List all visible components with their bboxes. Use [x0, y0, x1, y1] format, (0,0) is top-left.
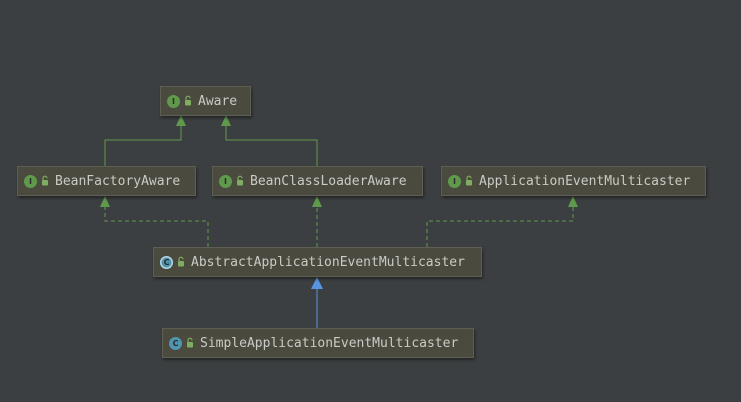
node-applicationeventmulticaster-label: ApplicationEventMulticaster	[479, 173, 691, 189]
node-beanclassloaderaware-label: BeanClassLoaderAware	[250, 173, 407, 189]
abstract-class-icon: C	[160, 255, 173, 269]
node-aware-label: Aware	[198, 93, 238, 109]
arrowhead-aware-right	[221, 115, 231, 126]
node-aware[interactable]: I Aware	[160, 86, 251, 116]
public-visibility-icon	[187, 337, 193, 348]
arrowhead-beanclassloaderaware	[312, 196, 322, 207]
node-abstractapplicationeventmulticaster[interactable]: C AbstractApplicationEventMulticaster	[153, 247, 482, 277]
edge-beanfactoryaware-extends-aware	[104, 126, 182, 166]
node-beanfactoryaware[interactable]: I BeanFactoryAware	[17, 166, 196, 196]
interface-icon: I	[219, 174, 232, 188]
class-icon: C	[169, 336, 182, 350]
node-simpleapplicationeventmulticaster-label: SimpleApplicationEventMulticaster	[200, 335, 459, 351]
edge-abstract-implements-applicationeventmulticaster	[426, 207, 574, 247]
node-simpleapplicationeventmulticaster[interactable]: C SimpleApplicationEventMulticaster	[162, 328, 474, 358]
public-visibility-icon	[42, 175, 48, 186]
arrowhead-beanfactoryaware	[100, 196, 110, 207]
node-abstractapplicationeventmulticaster-label: AbstractApplicationEventMulticaster	[191, 254, 465, 270]
node-applicationeventmulticaster[interactable]: I ApplicationEventMulticaster	[441, 166, 706, 196]
arrowhead-aware-left	[176, 115, 186, 126]
public-visibility-icon	[466, 175, 472, 186]
edge-beanclassloaderaware-extends-aware	[225, 126, 318, 166]
edge-abstract-implements-beanfactoryaware	[104, 207, 209, 247]
arrowhead-abstract	[311, 277, 323, 289]
node-beanclassloaderaware[interactable]: I BeanClassLoaderAware	[212, 166, 423, 196]
arrowhead-applicationeventmulticaster	[568, 196, 578, 207]
public-visibility-icon	[178, 256, 184, 267]
uml-class-diagram: I Aware I BeanFactoryAware I BeanClassLo…	[0, 0, 741, 402]
interface-icon: I	[167, 94, 180, 108]
interface-icon: I	[448, 174, 461, 188]
public-visibility-icon	[237, 175, 243, 186]
public-visibility-icon	[185, 95, 191, 106]
node-beanfactoryaware-label: BeanFactoryAware	[55, 173, 181, 189]
interface-icon: I	[24, 174, 37, 188]
